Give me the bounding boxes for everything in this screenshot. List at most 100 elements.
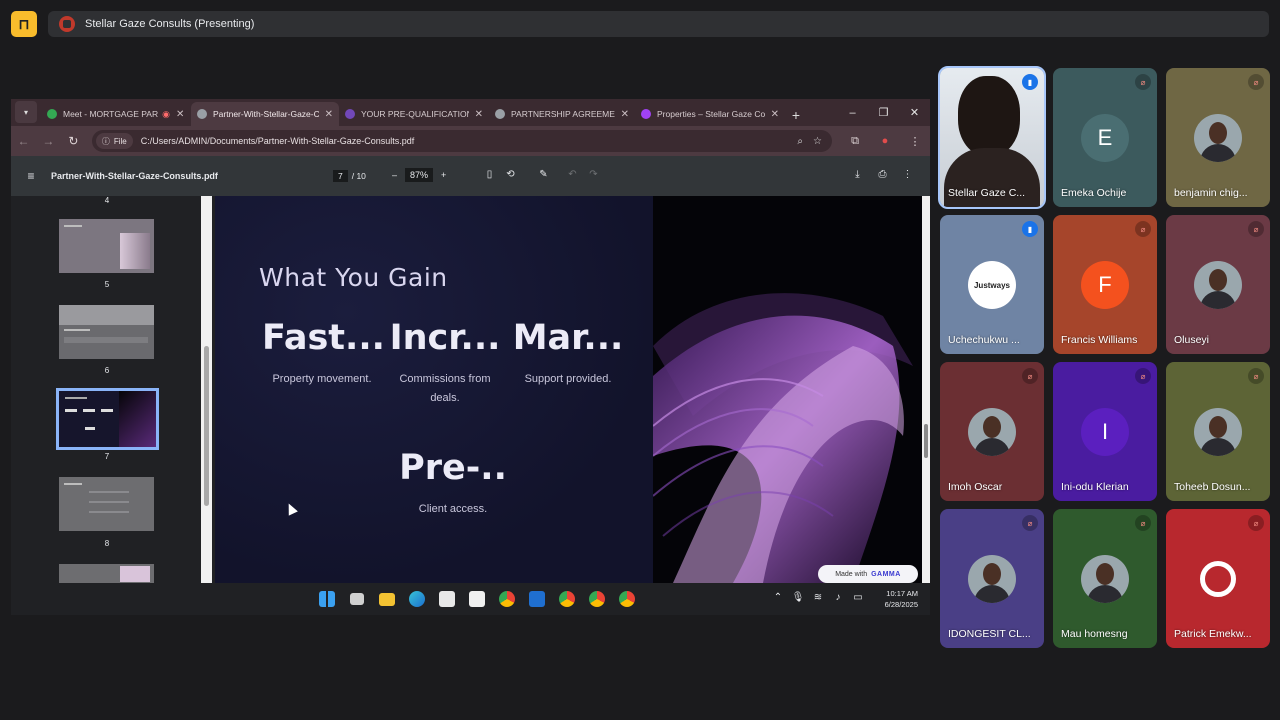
gain-item: Fast... Property movement. — [262, 318, 385, 389]
participant-tile[interactable]: ⌀ Mau homesng — [1053, 509, 1157, 648]
participant-tile[interactable]: ⌀ IDONGESIT CL... — [940, 509, 1044, 648]
chevron-up-icon[interactable]: ⌃ — [768, 592, 788, 603]
pdf-sidebar-menu-icon[interactable]: ≡ — [11, 169, 51, 183]
meet-logo-icon: ⊓ — [11, 11, 37, 37]
browser-tab[interactable]: YOUR PRE-QUALIFICATION ✕ — [339, 102, 489, 126]
print-icon[interactable]: ⎙ — [870, 169, 895, 180]
volume-icon[interactable]: ♪ — [828, 592, 848, 603]
gain-item-desc: Support provided. — [524, 373, 612, 385]
page-scrollbar[interactable] — [922, 196, 930, 583]
participant-name: Emeka Ochije — [1061, 187, 1127, 199]
thumbnail-page-6[interactable] — [59, 305, 154, 359]
browser-tab[interactable]: Properties – Stellar Gaze Co ✕ — [635, 102, 785, 126]
annotate-icon[interactable]: ✎ — [533, 169, 554, 180]
thumbnail-page-7[interactable] — [56, 388, 159, 450]
outlook-icon[interactable] — [522, 589, 552, 609]
tab-favicon-icon — [641, 109, 651, 119]
thumbnail-page-5[interactable] — [59, 219, 154, 273]
url-field[interactable]: ⓘ File C:/Users/ADMIN/Documents/Partner-W… — [91, 130, 832, 152]
participant-name: Uchechukwu ... — [948, 334, 1020, 346]
microphone-icon[interactable]: 🎙︎ — [788, 592, 808, 603]
system-tray: ⌃ 🎙︎ ≋ ♪ ▭ — [768, 592, 868, 603]
chrome-icon[interactable] — [582, 589, 612, 609]
participant-tile[interactable]: Justways ▮ Uchechukwu ... — [940, 215, 1044, 354]
rotate-icon[interactable]: ⟲ — [500, 169, 521, 180]
download-icon[interactable]: ⤓ — [845, 169, 870, 180]
browser-menu-icon[interactable]: ⋮ — [900, 135, 930, 148]
edge-icon[interactable] — [402, 589, 432, 609]
chrome-icon[interactable] — [612, 589, 642, 609]
browser-tab[interactable]: Meet - MORTGAGE PAR ◉ ✕ — [41, 102, 191, 126]
taskbar-clock[interactable]: 10:17 AM 6/28/2025 — [885, 588, 918, 610]
capcut-icon[interactable] — [462, 589, 492, 609]
gain-item: Mar... Support provided. — [508, 318, 628, 389]
undo-icon[interactable]: ↶ — [562, 169, 583, 180]
redo-icon[interactable]: ↷ — [583, 169, 604, 180]
site-info-chip[interactable]: ⓘ File — [95, 133, 133, 149]
page-number-input[interactable]: 7 — [333, 170, 348, 182]
participant-tile[interactable]: ⌀ Patrick Emekw... — [1166, 509, 1270, 648]
close-window-icon[interactable]: ✕ — [899, 106, 930, 119]
forward-icon[interactable]: → — [36, 134, 61, 148]
browser-tab[interactable]: PARTNERSHIP AGREEMENT ✕ — [489, 102, 635, 126]
participant-tile[interactable]: F ⌀ Francis Williams — [1053, 215, 1157, 354]
profile-icon[interactable]: ● — [870, 135, 900, 147]
participant-tile[interactable]: ▮ Stellar Gaze C... — [938, 66, 1046, 209]
chrome-icon[interactable] — [492, 589, 522, 609]
chrome-icon[interactable] — [552, 589, 582, 609]
thumbnail-page-8[interactable] — [59, 477, 154, 531]
mic-off-icon: ⌀ — [1135, 515, 1151, 531]
browser-tab[interactable]: Partner-With-Stellar-Gaze-C ✕ — [191, 102, 339, 126]
file-explorer-icon[interactable] — [372, 589, 402, 609]
zoom-out-icon[interactable]: – — [392, 170, 397, 180]
battery-icon[interactable]: ▭ — [848, 592, 868, 603]
participant-tile[interactable]: I ⌀ Ini-odu Klerian — [1053, 362, 1157, 501]
maximize-icon[interactable]: ❐ — [868, 106, 899, 119]
mic-off-icon: ⌀ — [1248, 515, 1264, 531]
extensions-icon[interactable]: ⧉ — [840, 135, 870, 148]
thumbnail-page-9[interactable] — [59, 564, 154, 583]
zoom-lens-icon[interactable]: ⌕ — [797, 136, 803, 147]
minimize-icon[interactable]: – — [837, 107, 868, 119]
windows-start-icon[interactable] — [312, 589, 342, 609]
gain-item-desc: Client access. — [418, 503, 488, 515]
reload-icon[interactable]: ↻ — [61, 134, 86, 148]
wifi-icon[interactable]: ≋ — [808, 592, 828, 603]
tab-label: PARTNERSHIP AGREEMENT — [511, 109, 615, 119]
mic-off-icon: ⌀ — [1135, 74, 1151, 90]
participant-tile[interactable]: ⌀ Toheeb Dosun... — [1166, 362, 1270, 501]
new-tab-button[interactable]: + — [785, 107, 807, 123]
participant-tile[interactable]: ⌀ Oluseyi — [1166, 215, 1270, 354]
fit-page-icon[interactable]: ▯ — [479, 169, 500, 180]
mic-off-icon: ⌀ — [1248, 221, 1264, 237]
tab-close-icon[interactable]: ✕ — [475, 109, 483, 120]
bookmark-star-icon[interactable]: ☆ — [813, 136, 822, 147]
participant-avatar: F — [1081, 261, 1129, 309]
back-icon[interactable]: ← — [11, 134, 36, 148]
zoom-control: – 87% + — [392, 168, 446, 182]
participant-avatar-logo-icon — [1200, 561, 1236, 597]
task-view-icon[interactable] — [342, 589, 372, 609]
participant-avatar — [968, 408, 1016, 456]
gain-item-desc: Property movement. — [272, 373, 372, 385]
tab-close-icon[interactable]: ✕ — [621, 109, 629, 120]
gain-item-title: Mar... — [512, 318, 624, 358]
mic-off-icon: ⌀ — [1248, 74, 1264, 90]
tab-close-icon[interactable]: ✕ — [176, 109, 184, 120]
tab-close-icon[interactable]: ✕ — [771, 109, 779, 120]
thumbnail-scrollbar[interactable] — [201, 196, 212, 583]
present-screen-icon — [59, 16, 75, 32]
tab-favicon-icon — [495, 109, 505, 119]
participant-name: Toheeb Dosun... — [1174, 481, 1251, 493]
made-with-gamma-badge[interactable]: Made with GAMMA — [818, 565, 918, 583]
tab-search-dropdown-icon[interactable]: ▾ — [15, 101, 37, 123]
participant-tile[interactable]: ⌀ benjamin chig... — [1166, 68, 1270, 207]
zoom-value[interactable]: 87% — [405, 168, 434, 182]
pdf-more-icon[interactable]: ⋮ — [895, 169, 920, 180]
store-icon[interactable] — [432, 589, 462, 609]
tab-close-icon[interactable]: ✕ — [325, 109, 333, 120]
zoom-in-icon[interactable]: + — [441, 170, 446, 180]
participant-tile[interactable]: E ⌀ Emeka Ochije — [1053, 68, 1157, 207]
gamma-brand: GAMMA — [871, 570, 901, 578]
participant-tile[interactable]: ⌀ Imoh Oscar — [940, 362, 1044, 501]
